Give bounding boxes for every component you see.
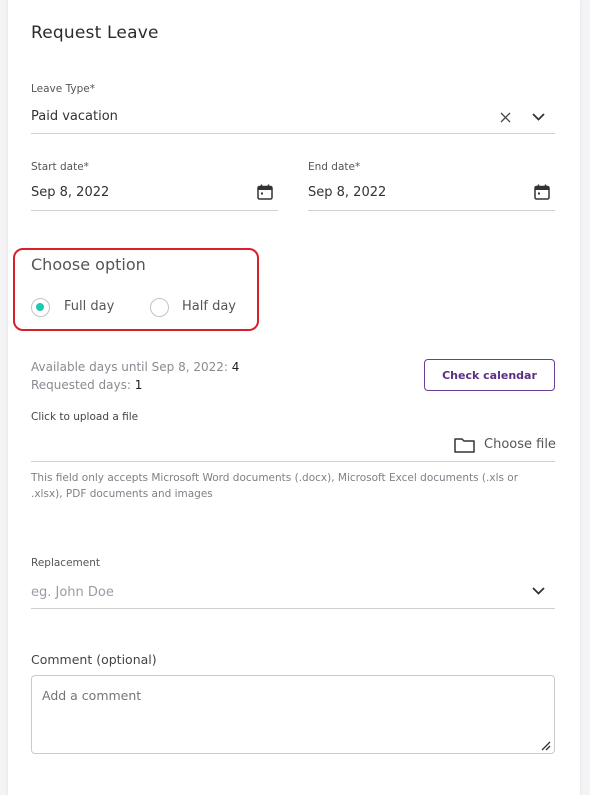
start-date-input[interactable]: Sep 8, 2022 [31,185,109,200]
start-date-label-text: Start date [31,161,84,173]
half-day-radio[interactable] [150,298,169,317]
leave-type-label-text: Leave Type [31,83,90,95]
resize-handle-icon[interactable] [540,740,552,752]
requested-days-label: Requested days: [31,378,131,392]
half-day-label[interactable]: Half day [182,299,236,314]
requested-days-text: Requested days: 1 [31,378,142,392]
replacement-select[interactable]: eg. John Doe [31,585,114,600]
calendar-icon[interactable] [256,183,274,201]
chevron-down-icon[interactable] [530,583,546,599]
leave-type-select-value[interactable]: Paid vacation [31,109,118,124]
chevron-down-icon[interactable] [530,109,546,125]
requested-days-value: 1 [134,378,143,392]
comment-label: Comment (optional) [31,652,157,667]
upload-underline [31,461,555,462]
available-days-value: 4 [231,360,240,374]
required-mark: * [89,83,95,95]
end-date-label-text: End date [308,161,355,173]
required-mark: * [83,161,89,173]
available-days-text: Available days until Sep 8, 2022: 4 [31,360,239,374]
start-date-underline [31,210,278,211]
close-icon[interactable] [496,108,514,126]
upload-label: Click to upload a file [31,411,139,423]
full-day-radio[interactable] [31,298,50,317]
replacement-label: Replacement [31,557,100,569]
replacement-underline [31,608,555,609]
available-days-label: Available days until Sep 8, 2022: [31,360,228,374]
page-title: Request Leave [31,23,159,43]
folder-icon[interactable] [453,436,475,454]
end-date-underline [308,210,555,211]
calendar-icon[interactable] [533,183,551,201]
full-day-label[interactable]: Full day [64,299,114,314]
required-mark: * [354,161,361,173]
upload-help-text: This field only accepts Microsoft Word d… [31,472,519,500]
end-date-input[interactable]: Sep 8, 2022 [308,185,386,200]
end-date-label: End date* [308,161,360,173]
comment-textarea[interactable] [31,675,555,754]
choose-option-title: Choose option [31,255,146,274]
leave-type-underline [31,133,555,134]
start-date-label: Start date* [31,161,89,173]
request-leave-card: Request Leave Leave Type* Paid vacation … [8,0,580,795]
leave-type-label: Leave Type* [31,83,95,95]
choose-file-button[interactable]: Choose file [484,437,556,452]
check-calendar-button[interactable]: Check calendar [424,359,555,391]
